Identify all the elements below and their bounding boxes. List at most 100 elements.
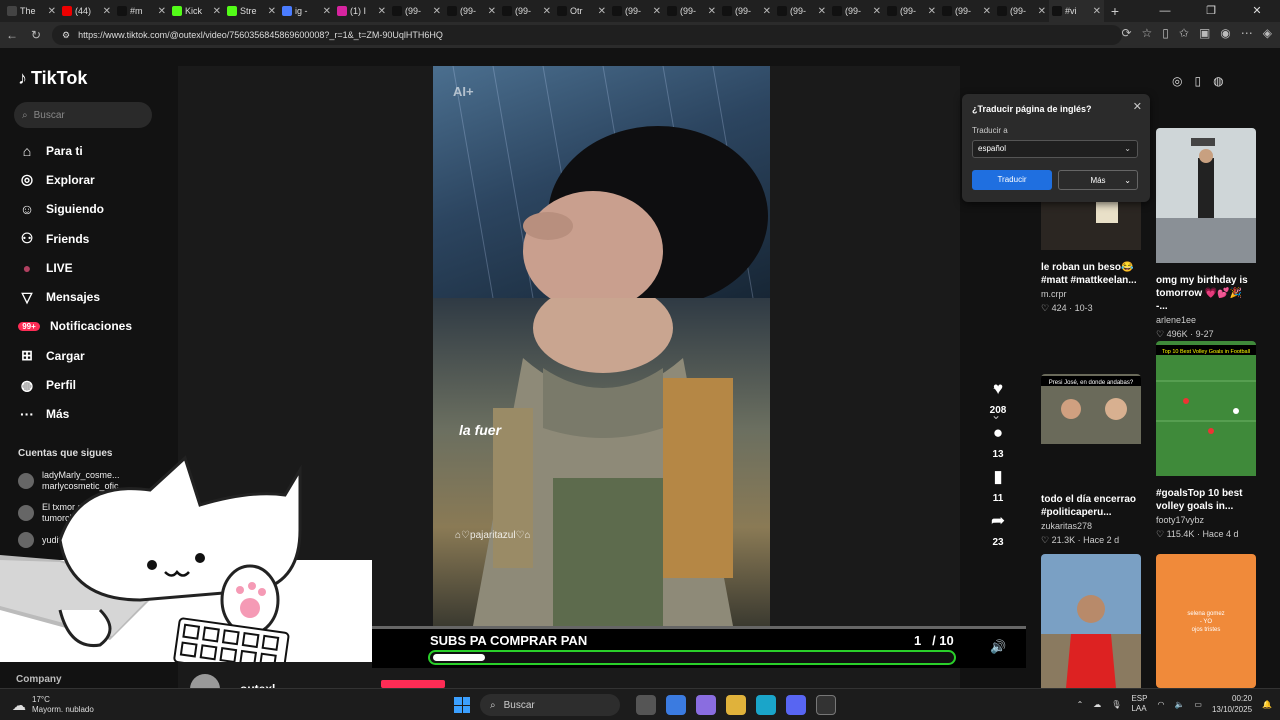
obs-icon[interactable] <box>816 695 836 715</box>
bookmark-icon[interactable]: ▮ <box>993 466 1002 488</box>
edge-icon[interactable] <box>756 695 776 715</box>
tab-close-icon[interactable]: ✕ <box>928 6 936 17</box>
coins-icon[interactable]: ◎ <box>1172 74 1182 88</box>
tab-close-icon[interactable]: ✕ <box>48 6 56 17</box>
browser-tab[interactable]: (99- ✕ <box>609 0 664 22</box>
browser-tab[interactable]: Kick ✕ <box>169 0 224 22</box>
tab-close-icon[interactable]: ✕ <box>158 6 166 17</box>
weather-widget[interactable]: ☁ 17°C Mayorm. nublado <box>12 695 94 715</box>
tab-close-icon[interactable]: ✕ <box>488 6 496 17</box>
url-field[interactable]: ⚙ https://www.tiktok.com/@outexl/video/7… <box>52 25 1122 45</box>
recommended-card[interactable]: omg my birthday is tomorrow 💗💕🎉 -... arl… <box>1156 128 1256 340</box>
browser-tab[interactable]: (99- ✕ <box>884 0 939 22</box>
search-input[interactable]: ⌕ Buscar <box>14 102 152 128</box>
tab-close-icon[interactable]: ✕ <box>103 6 111 17</box>
notification-bell-icon[interactable]: 🔔 <box>1262 700 1272 709</box>
recommended-card[interactable]: Presi José, en donde andabas? todo el dí… <box>1041 374 1141 546</box>
battery-icon[interactable]: ▭ <box>1194 700 1202 709</box>
tab-close-icon[interactable]: ✕ <box>653 6 661 17</box>
copilot-icon[interactable]: ◈ <box>1263 26 1272 40</box>
browser-tab[interactable]: #vi ✕ <box>1049 0 1104 22</box>
browser-tab[interactable]: #m ✕ <box>114 0 169 22</box>
browser-tab[interactable]: (99- ✕ <box>444 0 499 22</box>
site-info-icon[interactable]: ⚙ <box>62 30 70 41</box>
browser-tab[interactable]: (1) I ✕ <box>334 0 389 22</box>
sidebar-item-explorar[interactable]: ◎ Explorar <box>18 165 132 194</box>
tab-close-icon[interactable]: ✕ <box>818 6 826 17</box>
user-avatar-icon[interactable]: ◍ <box>1213 74 1223 88</box>
follow-button[interactable] <box>381 680 445 688</box>
browser-tab[interactable]: (99- ✕ <box>829 0 884 22</box>
tiktok-logo[interactable]: ♪ TikTok <box>18 68 87 89</box>
new-tab-button[interactable]: + <box>1104 3 1126 19</box>
tab-close-icon[interactable]: ✕ <box>873 6 881 17</box>
browser-tab[interactable]: (99- ✕ <box>994 0 1049 22</box>
browser-tab[interactable]: The ✕ <box>4 0 59 22</box>
sidebar-item-notificaciones[interactable]: 99+ Notificaciones <box>18 312 132 341</box>
sidebar-item-perfil[interactable]: ◍ Perfil <box>18 370 132 399</box>
tab-close-icon[interactable]: ✕ <box>1038 6 1046 17</box>
language-indicator[interactable]: ESP LAA <box>1131 694 1147 714</box>
browser-tab[interactable]: (99- ✕ <box>499 0 554 22</box>
browser-tab[interactable]: (99- ✕ <box>664 0 719 22</box>
browser-tab[interactable]: Stre ✕ <box>224 0 279 22</box>
sidebar-item-m-s[interactable]: ··· Más <box>18 400 132 429</box>
tab-close-icon[interactable]: ✕ <box>323 6 331 17</box>
taskbar-search[interactable]: ⌕ Buscar <box>480 694 620 716</box>
recommended-card[interactable]: selena gomez - YO ojos tristes <box>1156 554 1256 688</box>
language-select[interactable]: español ⌄ <box>972 140 1138 158</box>
store-icon[interactable] <box>666 695 686 715</box>
sidebar-item-siguiendo[interactable]: ☺ Siguiendo <box>18 195 132 224</box>
translate-button[interactable]: Traducir <box>972 170 1052 190</box>
settings-more-icon[interactable]: ⋯ <box>1241 26 1253 40</box>
browser-tab[interactable]: (99- ✕ <box>719 0 774 22</box>
discord-icon[interactable] <box>786 695 806 715</box>
reload-icon[interactable]: ↻ <box>24 28 48 42</box>
file-explorer-icon[interactable] <box>726 695 746 715</box>
browser-tab[interactable]: Otr ✕ <box>554 0 609 22</box>
wifi-icon[interactable]: ◠ <box>1157 700 1164 709</box>
tab-close-icon[interactable]: ✕ <box>378 6 386 17</box>
collections-icon[interactable]: ▣ <box>1199 26 1210 40</box>
browser-tab[interactable]: (99- ✕ <box>389 0 444 22</box>
recommended-card[interactable] <box>1041 554 1141 693</box>
recommended-card[interactable]: Top 10 Best Volley Goals in Football #go… <box>1156 341 1256 540</box>
split-screen-icon[interactable]: ▯ <box>1162 26 1169 40</box>
tab-close-icon[interactable]: ✕ <box>213 6 221 17</box>
minimize-button[interactable]: — <box>1142 0 1188 22</box>
tab-close-icon[interactable]: ✕ <box>268 6 276 17</box>
tab-close-icon[interactable]: ✕ <box>1093 6 1101 17</box>
like-heart-icon[interactable]: ♥ <box>993 378 1003 400</box>
clock[interactable]: 00:20 13/10/2025 <box>1212 693 1252 715</box>
share-arrow-icon[interactable]: ➦ <box>991 510 1005 532</box>
sidebar-item-cargar[interactable]: ⊞ Cargar <box>18 341 132 370</box>
tab-close-icon[interactable]: ✕ <box>763 6 771 17</box>
sidebar-item-para-ti[interactable]: ⌂ Para ti <box>18 136 132 165</box>
tab-close-icon[interactable]: ✕ <box>598 6 606 17</box>
translate-icon[interactable]: ⟳ <box>1121 26 1131 40</box>
comment-icon[interactable]: ● <box>993 422 1003 444</box>
back-icon[interactable]: ← <box>0 28 24 42</box>
browser-tab[interactable]: ig - ✕ <box>279 0 334 22</box>
speaker-icon[interactable]: 🔈 <box>1174 700 1184 709</box>
device-icon[interactable]: ▯ <box>1194 74 1201 88</box>
more-options-button[interactable]: Más ⌄ <box>1058 170 1138 190</box>
network-icon[interactable]: ☁ <box>1093 700 1101 709</box>
profile-avatar-icon[interactable]: ◉ <box>1220 26 1230 40</box>
task-view-icon[interactable] <box>636 695 656 715</box>
chevron-up-icon[interactable]: ⌃ <box>1077 700 1084 709</box>
company-link[interactable]: Company <box>16 674 62 685</box>
sidebar-item-friends[interactable]: ⚇ Friends <box>18 224 132 253</box>
browser-tab[interactable]: (99- ✕ <box>939 0 994 22</box>
video-player[interactable]: AI+ la fuer ⌂♡pajaritazul♡⌂ <box>433 66 770 626</box>
tab-close-icon[interactable]: ✕ <box>708 6 716 17</box>
favorite-star-icon[interactable]: ☆ <box>1142 26 1153 40</box>
windows-start-icon[interactable] <box>454 697 470 713</box>
tab-close-icon[interactable]: ✕ <box>433 6 441 17</box>
tab-close-icon[interactable]: ✕ <box>983 6 991 17</box>
mic-icon[interactable]: 🎙 <box>1111 700 1121 709</box>
favorites-icon[interactable]: ✩ <box>1179 26 1189 40</box>
copilot-app-icon[interactable] <box>696 695 716 715</box>
close-window-button[interactable]: ✕ <box>1234 0 1280 22</box>
browser-tab[interactable]: (99- ✕ <box>774 0 829 22</box>
